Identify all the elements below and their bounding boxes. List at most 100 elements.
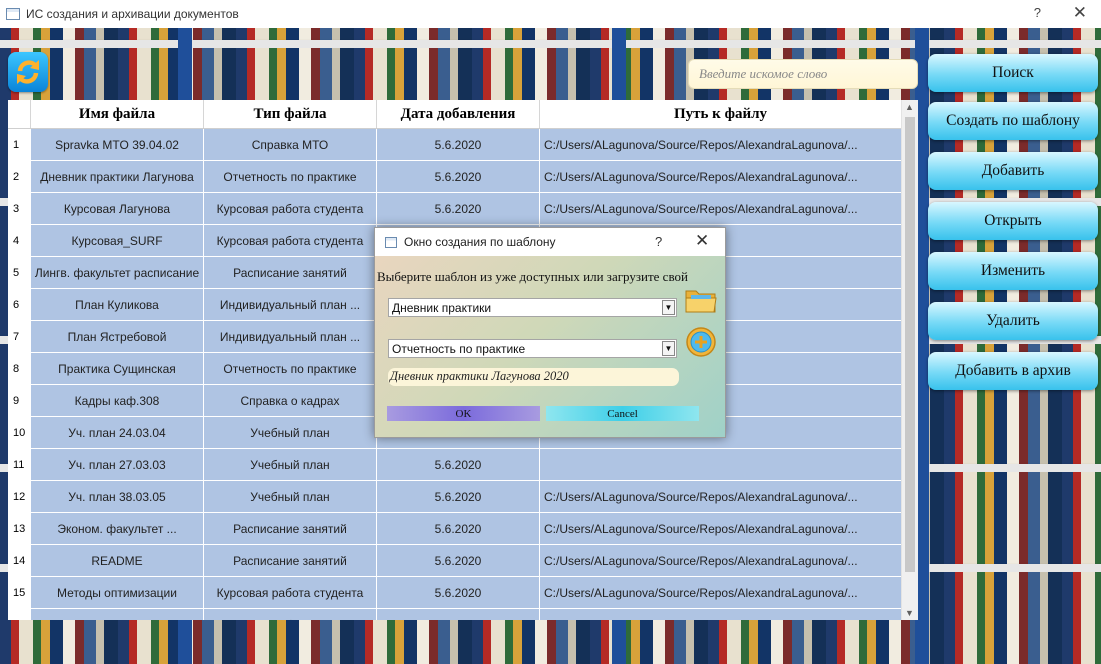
cell-file-name[interactable]: Уч. план 27.03.03 [30,448,204,481]
cell-file-type[interactable]: Расписание занятий [203,512,377,545]
cell-file-name[interactable]: Эконом. факультет ... [30,512,204,545]
cell-file-type[interactable]: Индивидуальный план ... [203,288,377,321]
cell-file-name[interactable]: Курсовая Лагунова [30,192,204,225]
template-select[interactable]: Дневник практики ▼ [388,298,677,317]
table-row[interactable]: 1 Spravka MTO 39.04.02 Справка МТО 5.6.2020… [8,128,902,161]
cell-file-path[interactable]: C:/Users/ALagunova/Source/Repos/Alexandr… [539,576,902,609]
cell-file-path[interactable]: C:/Users/ALagunova/Source/Repos/Alexandr… [539,192,902,225]
ok-button[interactable]: OK [387,406,540,421]
cell-date-added[interactable]: 5.6.2020 [376,192,540,225]
delete-button[interactable]: Удалить [928,302,1098,340]
open-button[interactable]: Открыть [928,202,1098,240]
cell-file-path[interactable]: C:/Users/ALagunova/Source/Repos/Alexandr… [539,608,902,620]
cell-file-name[interactable]: Уч. план 24.03.04 [30,416,204,449]
cell-date-added[interactable]: 5.6.2020 [376,160,540,193]
cell-file-name[interactable]: План Ястребовой [30,320,204,353]
folder-icon[interactable] [685,286,717,314]
cell-file-type[interactable]: Расписание занятий [203,544,377,577]
row-number[interactable]: 8 [8,352,31,385]
cell-file-name[interactable]: План Куликова [30,288,204,321]
cell-file-name[interactable]: Кадры каф.308 [30,384,204,417]
cell-file-type[interactable]: Индивидуальный план ... [203,320,377,353]
cell-file-name[interactable]: Курсовая_SURF [30,224,204,257]
cell-file-type[interactable]: Курсовая работа студента [203,608,377,620]
cell-file-type[interactable]: Справка о кадрах [203,384,377,417]
row-number[interactable]: 2 [8,160,31,193]
row-number[interactable]: 7 [8,320,31,353]
row-number[interactable]: 5 [8,256,31,289]
add-button[interactable]: Добавить [928,152,1098,190]
cancel-button[interactable]: Cancel [546,406,699,421]
row-number[interactable]: 10 [8,416,31,449]
search-input[interactable]: Введите искомое слово [688,59,918,89]
cell-file-type[interactable]: Курсовая работа студента [203,224,377,257]
row-number[interactable]: 9 [8,384,31,417]
cell-date-added[interactable]: 5.6.2020 [376,128,540,161]
scroll-down-icon[interactable]: ▼ [905,608,914,618]
cell-file-type[interactable]: Курсовая работа студента [203,576,377,609]
cell-file-path[interactable]: C:/Users/ALagunova/Source/Repos/Alexandr… [539,512,902,545]
cell-file-type[interactable]: Отчетность по практике [203,160,377,193]
scroll-thumb[interactable] [905,117,915,572]
row-number[interactable]: 14 [8,544,31,577]
cell-file-path[interactable]: C:/Users/ALagunova/Source/Repos/Alexandr… [539,128,902,161]
row-number[interactable]: 1 [8,128,31,161]
row-number[interactable]: 16 [8,608,31,620]
cell-date-added[interactable]: 5.6.2020 [376,448,540,481]
create-from-template-button[interactable]: Создать по шаблону [928,102,1098,140]
table-row[interactable]: 14 README Расписание занятий 5.6.2020 C:/Use… [8,544,902,577]
column-header-date[interactable]: Дата добавления [376,100,540,129]
chevron-down-icon[interactable]: ▼ [662,300,675,315]
cell-date-added[interactable]: 5.6.2020 [376,544,540,577]
table-row[interactable]: 2 Дневник практики Лагунова Отчетность по … [8,160,902,193]
cell-file-path[interactable]: C:/Users/ALagunova/Source/Repos/Alexandr… [539,480,902,513]
cell-file-name[interactable]: README [30,544,204,577]
cell-file-path[interactable] [539,448,902,481]
table-row[interactable]: 11 Уч. план 27.03.03 Учебный план 5.6.2020 [8,448,902,481]
type-select[interactable]: Отчетность по практике ▼ [388,339,677,358]
edit-button[interactable]: Изменить [928,252,1098,290]
cell-file-name[interactable]: Курсовая Ермилов [30,608,204,620]
table-row[interactable]: 15 Методы оптимизации Курсовая работа студ… [8,576,902,609]
table-row[interactable]: 12 Уч. план 38.03.05 Учебный план 5.6.2020 C… [8,480,902,513]
refresh-button[interactable] [8,52,48,92]
cell-file-name[interactable]: Методы оптимизации [30,576,204,609]
row-number[interactable]: 15 [8,576,31,609]
row-number[interactable]: 12 [8,480,31,513]
dialog-help-button[interactable]: ? [655,234,662,249]
table-row[interactable]: 3 Курсовая Лагунова Курсовая работа студен… [8,192,902,225]
row-number[interactable]: 4 [8,224,31,257]
column-header-type[interactable]: Тип файла [203,100,377,129]
cell-file-type[interactable]: Курсовая работа студента [203,192,377,225]
row-number[interactable]: 6 [8,288,31,321]
table-scrollbar[interactable]: ▲ ▼ [901,100,918,620]
template-name-field[interactable]: Дневник практики Лагунова 2020 [388,368,679,386]
help-button[interactable]: ? [1034,5,1041,20]
cell-file-type[interactable]: Отчетность по практике [203,352,377,385]
cell-date-added[interactable]: 5.6.2020 [376,480,540,513]
chevron-down-icon[interactable]: ▼ [662,341,675,356]
cell-file-type[interactable]: Учебный план [203,480,377,513]
scroll-up-icon[interactable]: ▲ [905,102,914,112]
column-header-path[interactable]: Путь к файлу [539,100,902,129]
cell-file-name[interactable]: Уч. план 38.03.05 [30,480,204,513]
close-button[interactable]: ✕ [1073,3,1087,23]
cell-date-added[interactable]: 5.6.2020 [376,576,540,609]
table-row[interactable]: 16Курсовая ЕрмиловКурсовая работа студен… [8,608,902,620]
cell-file-type[interactable]: Справка МТО [203,128,377,161]
cell-date-added[interactable]: 5.6.2020 [376,512,540,545]
search-button[interactable]: Поиск [928,54,1098,92]
add-to-archive-button[interactable]: Добавить в архив [928,352,1098,390]
row-number[interactable]: 13 [8,512,31,545]
dialog-close-button[interactable]: ✕ [695,231,709,251]
row-number[interactable]: 11 [8,448,31,481]
cell-file-path[interactable]: C:/Users/ALagunova/Source/Repos/Alexandr… [539,544,902,577]
cell-file-type[interactable]: Расписание занятий [203,256,377,289]
cell-file-name[interactable]: Дневник практики Лагунова [30,160,204,193]
cell-file-name[interactable]: Лингв. факультет расписание [30,256,204,289]
cell-file-type[interactable]: Учебный план [203,448,377,481]
cell-file-name[interactable]: Практика Сущинская [30,352,204,385]
cell-file-path[interactable]: C:/Users/ALagunova/Source/Repos/Alexandr… [539,160,902,193]
table-row[interactable]: 13 Эконом. факультет ... Расписание заняти… [8,512,902,545]
cell-file-type[interactable]: Учебный план [203,416,377,449]
